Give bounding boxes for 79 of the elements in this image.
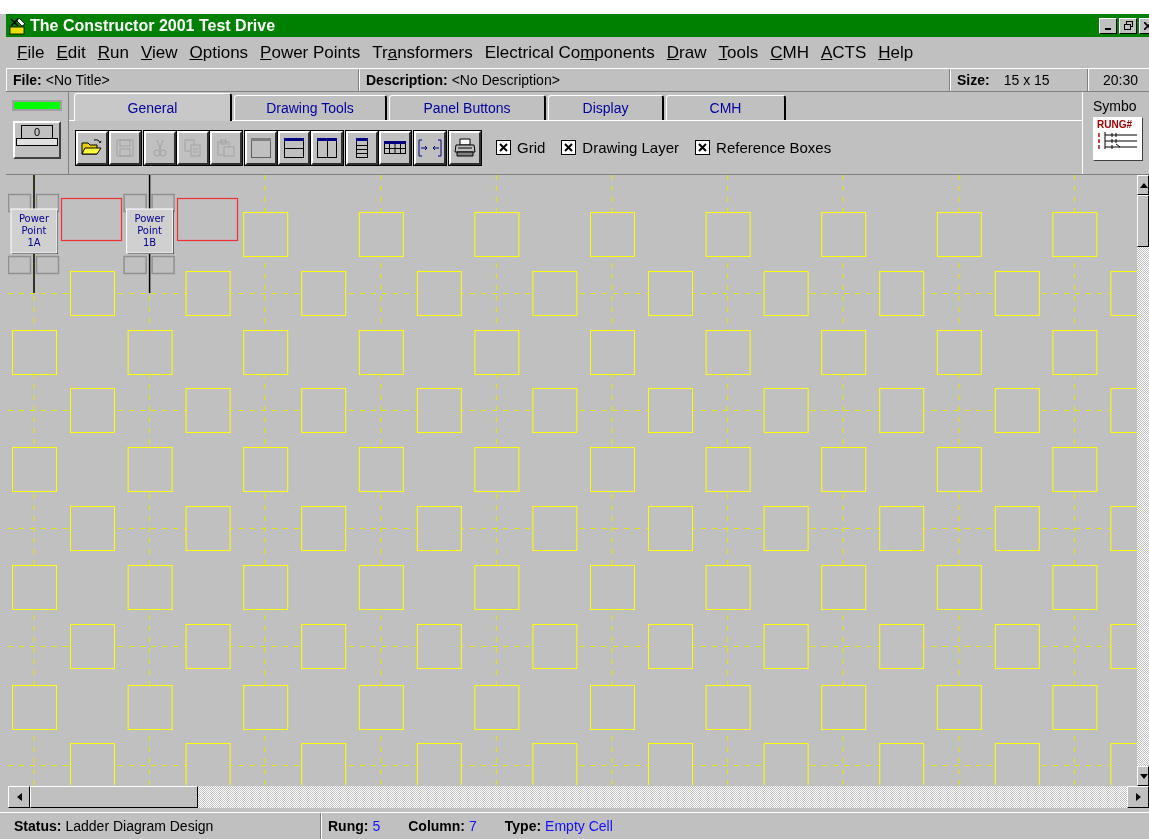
left-arrow-icon: [16, 793, 22, 801]
right-arrow-icon: [1135, 793, 1141, 801]
clock-time: 20:30: [1103, 72, 1139, 88]
option-label: Grid: [517, 139, 546, 156]
empty-panel-icon: [250, 136, 272, 159]
description-value: <No Description>: [451, 72, 560, 88]
menu-item[interactable]: Run: [91, 42, 135, 63]
print-button[interactable]: [449, 130, 481, 165]
menu-item[interactable]: Help: [872, 42, 920, 63]
type-label: Type:: [504, 818, 542, 834]
menu-item[interactable]: Tools: [712, 42, 765, 63]
status-label: Status:: [14, 818, 62, 834]
menu-item[interactable]: Power Points: [254, 42, 367, 63]
scrollbar-thumb[interactable]: [1137, 195, 1149, 247]
option-checkbox[interactable]: Reference Boxes: [695, 139, 832, 156]
file-label: File:: [13, 72, 42, 88]
menu-item[interactable]: Options: [183, 42, 255, 63]
arrows-in-brackets-icon: [418, 137, 442, 158]
type-value: Empty Cell: [545, 818, 613, 834]
tab[interactable]: General: [74, 93, 232, 121]
down-arrow-icon: [1140, 773, 1148, 779]
scrollbar-thumb[interactable]: [30, 786, 198, 808]
menu-item[interactable]: Edit: [50, 42, 92, 63]
table-button[interactable]: [379, 130, 411, 165]
horizontal-split-icon: [283, 136, 305, 159]
scissors-icon: [150, 137, 170, 158]
size-value: 15 x 15: [1003, 72, 1050, 88]
option-label: Drawing Layer: [582, 139, 680, 156]
menu-item[interactable]: CMH: [764, 42, 815, 63]
app-icon: [9, 16, 27, 35]
split-v-button[interactable]: [311, 130, 343, 165]
minimize-button[interactable]: [1099, 17, 1117, 34]
tab[interactable]: Display: [548, 95, 664, 120]
option-checkbox[interactable]: Drawing Layer: [561, 139, 680, 156]
vertical-split-icon: [316, 136, 338, 159]
menu-item[interactable]: View: [134, 42, 184, 63]
tab[interactable]: CMH: [666, 95, 786, 120]
rows-button[interactable]: [346, 130, 378, 165]
up-arrow-icon: [1140, 182, 1148, 188]
menu-item[interactable]: File: [11, 42, 51, 63]
fit-button[interactable]: [414, 130, 446, 165]
printer-icon: [454, 137, 476, 158]
rung-value: 5: [372, 818, 381, 834]
checkbox[interactable]: [561, 140, 577, 155]
menu-item[interactable]: Transformers: [366, 42, 479, 63]
restore-button[interactable]: [1119, 17, 1137, 34]
checkbox[interactable]: [496, 140, 511, 155]
empty-cell-outline[interactable]: [60, 197, 123, 242]
file-value: <No Title>: [45, 72, 110, 88]
option-checkbox[interactable]: Grid: [496, 139, 546, 156]
restore-icon: [1123, 21, 1133, 30]
folder-icon: [81, 137, 103, 158]
menu-item[interactable]: Draw: [660, 42, 713, 63]
panel-title: Symbo: [1093, 98, 1138, 114]
vertical-scrollbar[interactable]: [1137, 175, 1149, 786]
tab[interactable]: Panel Buttons: [389, 95, 546, 120]
open-button[interactable]: [76, 130, 108, 165]
minimize-icon: [1105, 27, 1111, 30]
status-value: Ladder Diagram Design: [65, 818, 214, 834]
counter-button[interactable]: 0: [13, 121, 61, 159]
menu-item[interactable]: ACTS: [814, 42, 873, 63]
ladder-rung-icon: [1097, 130, 1137, 150]
size-label: Size:: [957, 72, 990, 88]
table-icon: [383, 139, 407, 156]
rung-symbol-button[interactable]: RUNG#: [1093, 117, 1143, 161]
rung-label: Rung:: [328, 818, 369, 834]
description-label: Description:: [366, 72, 448, 88]
window-title: The Constructor 2001 Test Drive: [30, 16, 276, 35]
split-h-button[interactable]: [278, 130, 310, 165]
column-label: Column:: [408, 818, 465, 834]
column-value: 7: [469, 818, 477, 834]
option-label: Reference Boxes: [716, 139, 832, 156]
horizontal-scrollbar[interactable]: [8, 786, 1149, 808]
close-icon: [1144, 21, 1149, 30]
blank-button[interactable]: [245, 130, 277, 165]
menu-item[interactable]: Electrical Components: [478, 42, 661, 63]
checkbox[interactable]: [695, 140, 711, 155]
tab[interactable]: Drawing Tools: [234, 95, 387, 120]
empty-cell-outline[interactable]: [176, 197, 239, 242]
